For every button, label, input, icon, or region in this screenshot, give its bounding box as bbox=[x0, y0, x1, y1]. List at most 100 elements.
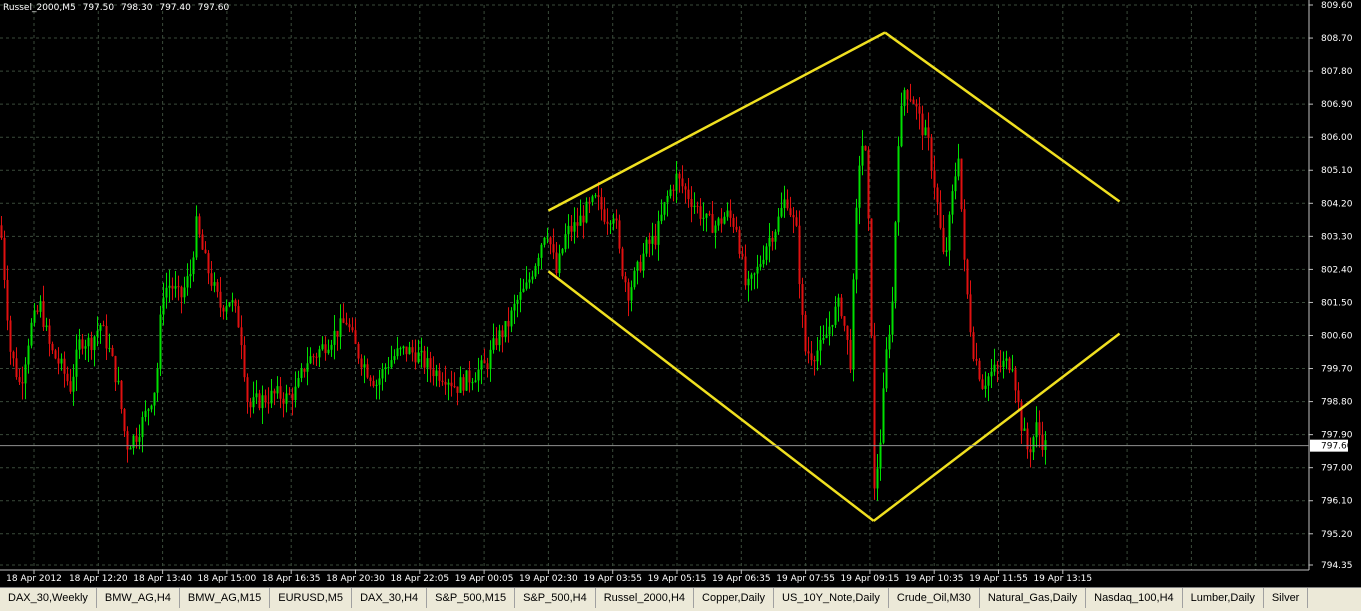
candle-body bbox=[810, 353, 813, 361]
candle-body bbox=[195, 216, 198, 258]
time-tick-label: 18 Apr 16:35 bbox=[262, 574, 321, 584]
chart-tab-5[interactable]: S&P_500,M15 bbox=[427, 588, 516, 608]
candle-body bbox=[669, 189, 672, 196]
candle-body bbox=[366, 364, 369, 378]
candle-body bbox=[393, 356, 396, 361]
chart-tab-2[interactable]: BMW_AG,M15 bbox=[180, 588, 271, 608]
candle-body bbox=[744, 256, 747, 286]
candle-body bbox=[219, 291, 222, 308]
candle-body bbox=[426, 358, 429, 368]
candle-body bbox=[399, 348, 402, 350]
candle-body bbox=[6, 279, 9, 321]
candle-body bbox=[993, 364, 996, 372]
candle-body bbox=[960, 158, 963, 210]
candle-body bbox=[600, 196, 603, 210]
chart-tab-12[interactable]: Nasdaq_100,H4 bbox=[1086, 588, 1183, 608]
candle-body bbox=[876, 468, 879, 489]
candle-body bbox=[963, 209, 966, 260]
candle-body bbox=[633, 270, 636, 288]
chart-tab-4[interactable]: DAX_30,H4 bbox=[352, 588, 428, 608]
candle-body bbox=[735, 226, 738, 230]
candle-body bbox=[243, 345, 246, 378]
time-tick-label: 19 Apr 02:30 bbox=[519, 574, 578, 584]
candle-body bbox=[375, 384, 378, 386]
trendline bbox=[872, 332, 1121, 522]
candle-body bbox=[729, 210, 732, 218]
candle-body bbox=[348, 324, 351, 328]
candle-body bbox=[933, 170, 936, 188]
time-tick-label: 19 Apr 11:55 bbox=[969, 574, 1028, 584]
chart-tab-0[interactable]: DAX_30,Weekly bbox=[0, 588, 97, 608]
candle-body bbox=[831, 324, 834, 327]
candle-body bbox=[642, 253, 645, 271]
candle-body bbox=[987, 376, 990, 386]
candle-body bbox=[453, 386, 456, 388]
chart-area[interactable]: 809.60 808.70 807.80 806.90 806.00 805.10 804.… bbox=[0, 0, 1361, 587]
candle-body bbox=[714, 225, 717, 233]
candle-body bbox=[210, 273, 213, 286]
candle-body bbox=[699, 206, 702, 219]
candle-body bbox=[129, 447, 132, 450]
current-price-label: 797.60 bbox=[1321, 442, 1353, 452]
time-tick-label: 18 Apr 13:40 bbox=[133, 574, 192, 584]
candle-body bbox=[969, 294, 972, 333]
candle-body bbox=[474, 380, 477, 383]
candle-body bbox=[516, 299, 519, 304]
candle-body bbox=[954, 176, 957, 192]
candle-body bbox=[789, 208, 792, 216]
candle-body bbox=[552, 244, 555, 253]
candle-body bbox=[561, 249, 564, 254]
candle-body bbox=[84, 346, 87, 349]
candle-body bbox=[171, 285, 174, 289]
candle-body bbox=[144, 410, 147, 418]
price-chart[interactable]: 809.60 808.70 807.80 806.90 806.00 805.10 804.… bbox=[0, 0, 1361, 587]
candle-body bbox=[66, 373, 69, 382]
candle-body bbox=[816, 350, 819, 362]
candle-body bbox=[750, 274, 753, 279]
candle-body bbox=[636, 261, 639, 271]
candle-body bbox=[1038, 422, 1041, 435]
candle-body bbox=[858, 165, 861, 208]
candle-body bbox=[648, 239, 651, 244]
candle-body bbox=[45, 325, 48, 328]
candle-body bbox=[825, 334, 828, 338]
candle-body bbox=[861, 145, 864, 166]
candle-body bbox=[180, 286, 183, 298]
time-tick-label: 18 Apr 12:20 bbox=[69, 574, 128, 584]
candle-body bbox=[156, 369, 159, 393]
chart-tab-1[interactable]: BMW_AG,H4 bbox=[97, 588, 180, 608]
candle-body bbox=[678, 173, 681, 179]
candle-body bbox=[711, 214, 714, 233]
candle-body bbox=[153, 392, 156, 406]
candle-body bbox=[168, 285, 171, 288]
candle-body bbox=[924, 127, 927, 136]
candle-body bbox=[507, 320, 510, 327]
candle-body bbox=[753, 273, 756, 275]
candle-body bbox=[165, 287, 168, 298]
chart-tab-11[interactable]: Natural_Gas,Daily bbox=[980, 588, 1087, 608]
chart-tab-3[interactable]: EURUSD,M5 bbox=[270, 588, 353, 608]
candle-body bbox=[621, 248, 624, 277]
candle-body bbox=[867, 150, 870, 219]
candle-body bbox=[612, 218, 615, 224]
candle-body bbox=[897, 146, 900, 223]
candle-body bbox=[306, 363, 309, 372]
chart-tab-8[interactable]: Copper,Daily bbox=[694, 588, 775, 608]
candle-body bbox=[537, 257, 540, 267]
candle-body bbox=[150, 405, 153, 410]
chart-tab-7[interactable]: Russel_2000,H4 bbox=[596, 588, 695, 608]
close-value: 797.60 bbox=[197, 3, 230, 13]
candle-body bbox=[42, 301, 45, 328]
candle-body bbox=[435, 370, 438, 377]
candle-body bbox=[18, 377, 21, 383]
chart-tab-14[interactable]: Silver bbox=[1264, 588, 1309, 608]
candle-body bbox=[72, 376, 75, 392]
candle-body bbox=[975, 359, 978, 361]
chart-tab-9[interactable]: US_10Y_Note,Daily bbox=[774, 588, 889, 608]
chart-tab-6[interactable]: S&P_500,H4 bbox=[515, 588, 596, 608]
candle-body bbox=[468, 370, 471, 383]
candle-body bbox=[957, 158, 960, 177]
candle-body bbox=[840, 297, 843, 317]
chart-tab-13[interactable]: Lumber,Daily bbox=[1183, 588, 1264, 608]
chart-tab-10[interactable]: Crude_Oil,M30 bbox=[889, 588, 980, 608]
